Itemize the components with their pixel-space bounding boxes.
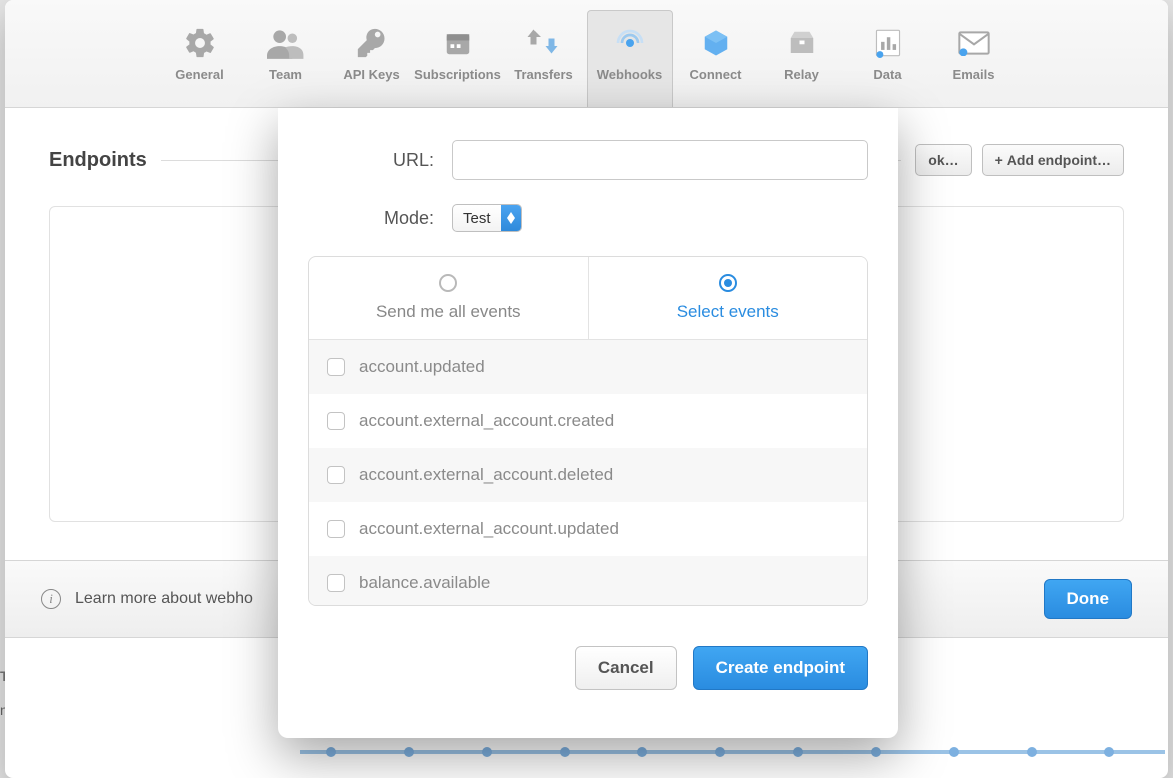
calendar-icon xyxy=(443,25,473,61)
tab-general[interactable]: General xyxy=(157,10,243,107)
mode-value: Test xyxy=(453,206,501,231)
event-row[interactable]: balance.available xyxy=(309,556,867,605)
select-arrows-icon xyxy=(501,205,521,231)
event-name: account.external_account.deleted xyxy=(359,465,613,485)
event-row[interactable]: account.external_account.deleted xyxy=(309,448,867,502)
key-icon xyxy=(355,25,389,61)
tab-label: Webhooks xyxy=(597,67,663,82)
checkbox-icon[interactable] xyxy=(327,520,345,538)
done-button[interactable]: Done xyxy=(1044,579,1133,619)
tab-webhooks[interactable]: Webhooks xyxy=(587,10,673,107)
learn-more-link[interactable]: Learn more about webho xyxy=(75,590,253,608)
checkbox-icon[interactable] xyxy=(327,412,345,430)
tab-team[interactable]: Team xyxy=(243,10,329,107)
tab-subscriptions[interactable]: Subscriptions xyxy=(415,10,501,107)
broadcast-icon xyxy=(614,25,646,61)
event-name: account.updated xyxy=(359,357,485,377)
gear-icon xyxy=(183,25,217,61)
tab-label: Transfers xyxy=(514,67,573,82)
tab-transfers[interactable]: Transfers xyxy=(501,10,587,107)
tab-label: Relay xyxy=(784,67,819,82)
event-row[interactable]: account.external_account.created xyxy=(309,394,867,448)
add-endpoint-button[interactable]: +Add endpoint… xyxy=(982,144,1124,176)
transfer-arrows-icon xyxy=(526,25,562,61)
plus-icon: + xyxy=(995,152,1003,168)
events-tab-label: Select events xyxy=(677,302,779,322)
checkbox-icon[interactable] xyxy=(327,574,345,592)
event-name: account.external_account.created xyxy=(359,411,614,431)
info-icon: i xyxy=(41,589,61,609)
cube-icon xyxy=(701,25,731,61)
event-name: balance.available xyxy=(359,573,490,593)
tab-label: Data xyxy=(873,67,901,82)
tab-label: Emails xyxy=(953,67,995,82)
event-name: account.external_account.updated xyxy=(359,519,619,539)
tab-label: Team xyxy=(269,67,302,82)
url-label: URL: xyxy=(308,150,452,171)
envelope-icon xyxy=(958,25,990,61)
tab-label: Connect xyxy=(690,67,742,82)
tab-label: General xyxy=(175,67,223,82)
url-input[interactable] xyxy=(452,140,868,180)
events-tab-all[interactable]: Send me all events xyxy=(309,257,589,339)
section-title: Endpoints xyxy=(49,149,147,172)
mode-select[interactable]: Test xyxy=(452,204,522,232)
event-row[interactable]: account.updated xyxy=(309,340,867,394)
tab-relay[interactable]: Relay xyxy=(759,10,845,107)
tab-apikeys[interactable]: API Keys xyxy=(329,10,415,107)
radio-icon xyxy=(439,274,457,292)
report-icon xyxy=(874,25,902,61)
checkbox-icon[interactable] xyxy=(327,358,345,376)
events-tab-label: Send me all events xyxy=(376,302,521,322)
events-tab-select[interactable]: Select events xyxy=(589,257,868,339)
mode-label: Mode: xyxy=(308,208,452,229)
add-endpoint-modal: URL: Mode: Test Send me all events Selec… xyxy=(278,108,898,738)
truncated-button[interactable]: ok… xyxy=(915,144,971,176)
cancel-button[interactable]: Cancel xyxy=(575,646,677,690)
create-endpoint-button[interactable]: Create endpoint xyxy=(693,646,868,690)
background-timeline xyxy=(300,750,1165,754)
event-list[interactable]: account.updated account.external_account… xyxy=(309,339,867,605)
box-icon xyxy=(787,25,817,61)
tab-emails[interactable]: Emails xyxy=(931,10,1017,107)
event-row[interactable]: account.external_account.updated xyxy=(309,502,867,556)
tab-data[interactable]: Data xyxy=(845,10,931,107)
people-icon xyxy=(267,25,305,61)
checkbox-icon[interactable] xyxy=(327,466,345,484)
tab-label: API Keys xyxy=(343,67,399,82)
radio-selected-icon xyxy=(719,274,737,292)
events-panel: Send me all events Select events account… xyxy=(308,256,868,606)
tab-label: Subscriptions xyxy=(414,67,501,82)
tab-bar: General Team API Keys Subscriptions Tran… xyxy=(5,0,1168,108)
tab-connect[interactable]: Connect xyxy=(673,10,759,107)
